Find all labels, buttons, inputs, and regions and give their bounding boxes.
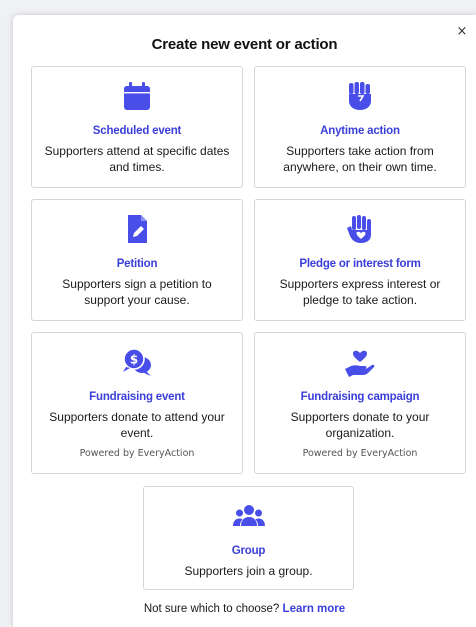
card-name: Scheduled event [92, 125, 182, 137]
svg-text:$: $ [130, 353, 138, 367]
powered-by-label: Powered by EveryAction [302, 448, 418, 459]
card-name: Petition [116, 258, 158, 270]
card-petition[interactable]: Petition Supporters sign a petition to s… [31, 199, 243, 321]
card-description: Supporters express interest or pledge to… [279, 277, 441, 307]
card-description: Supporters donate to your organization. [290, 410, 430, 440]
footer-text: Not sure which to choose? [143, 603, 280, 615]
raised-fist-icon [343, 79, 377, 113]
card-description: Supporters join a group. [184, 564, 313, 578]
card-name: Anytime action [320, 125, 400, 137]
help-footer: Not sure which to choose? Learn more [13, 603, 476, 615]
card-description: Supporters sign a petition to support yo… [62, 277, 212, 307]
card-fundraising-campaign[interactable]: Fundraising campaign Supporters donate t… [254, 332, 466, 474]
card-pledge-or-interest-form[interactable]: Pledge or interest form Supporters expre… [254, 199, 466, 321]
learn-more-link[interactable]: Learn more [283, 603, 346, 615]
powered-by-label: Powered by EveryAction [79, 448, 195, 459]
modal-title: Create new event or action [151, 36, 338, 53]
card-description: Supporters take action from anywhere, on… [283, 144, 437, 174]
card-group[interactable]: Group Supporters join a group. [143, 486, 354, 590]
hand-heart-icon [343, 212, 377, 246]
card-name: Group [231, 545, 266, 557]
card-scheduled-event[interactable]: Scheduled event Supporters attend at spe… [31, 66, 243, 188]
card-fundraising-event[interactable]: $ Fundraising event Supporters donate to… [31, 332, 243, 474]
dollar-chat-icon: $ [120, 345, 154, 379]
card-anytime-action[interactable]: Anytime action Supporters take action fr… [254, 66, 466, 188]
calendar-icon [120, 79, 154, 113]
document-pen-icon [120, 212, 154, 246]
card-name: Fundraising event [89, 391, 185, 403]
heart-hand-icon [343, 345, 377, 379]
card-name: Pledge or interest form [299, 258, 421, 270]
card-description: Supporters attend at specific dates and … [44, 144, 230, 174]
card-description: Supporters donate to attend your event. [49, 410, 225, 440]
group-icon [232, 499, 266, 533]
card-name: Fundraising campaign [300, 391, 420, 403]
